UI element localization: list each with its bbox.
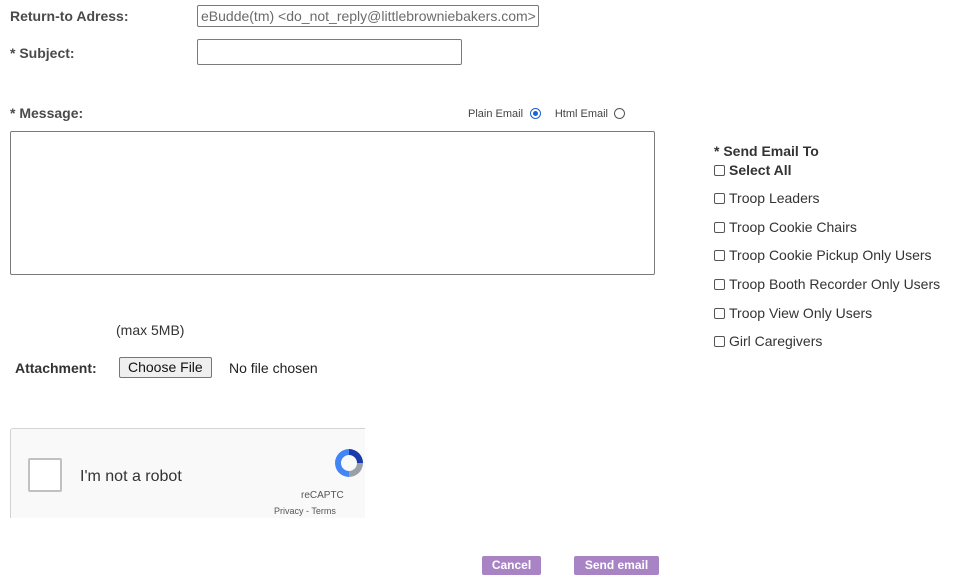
subject-label: * Subject: (10, 45, 75, 61)
option-label: Troop Cookie Chairs (729, 219, 857, 235)
send-email-button[interactable]: Send email (574, 556, 659, 575)
select-all-checkbox[interactable] (714, 165, 725, 176)
option-label: Troop View Only Users (729, 305, 873, 321)
checkbox[interactable] (714, 336, 725, 347)
send-to-option[interactable]: Troop Leaders (714, 190, 820, 206)
checkbox[interactable] (714, 250, 725, 261)
checkbox[interactable] (714, 222, 725, 233)
send-to-option[interactable]: Troop View Only Users (714, 305, 872, 321)
select-all-row[interactable]: Select All (714, 162, 792, 178)
select-all-label: Select All (729, 162, 792, 178)
no-file-text: No file chosen (229, 360, 318, 376)
checkbox[interactable] (714, 308, 725, 319)
choose-file-button[interactable]: Choose File (119, 357, 212, 378)
checkbox[interactable] (714, 279, 725, 290)
send-to-option[interactable]: Troop Booth Recorder Only Users (714, 276, 940, 292)
max-size-note: (max 5MB) (116, 322, 185, 338)
return-address-field[interactable]: eBudde(tm) <do_not_reply@littlebrownieba… (197, 5, 539, 27)
send-to-heading: * Send Email To (714, 143, 819, 159)
option-label: Troop Cookie Pickup Only Users (729, 247, 932, 263)
checkbox[interactable] (714, 193, 725, 204)
send-to-option[interactable]: Troop Cookie Chairs (714, 219, 857, 235)
attachment-label: Attachment: (15, 360, 97, 376)
message-label: * Message: (10, 105, 84, 121)
option-label: Troop Leaders (729, 190, 820, 206)
email-format-group: Plain Email Html Email (468, 104, 625, 120)
option-label: Troop Booth Recorder Only Users (729, 276, 941, 292)
recaptcha-logo-icon (329, 443, 369, 483)
recaptcha-checkbox[interactable] (28, 458, 62, 492)
return-address-label: Return-to Adress: (10, 8, 129, 24)
message-textarea[interactable] (10, 131, 655, 275)
send-to-option[interactable]: Troop Cookie Pickup Only Users (714, 247, 932, 263)
recaptcha-brand: reCAPTC (301, 490, 344, 501)
recaptcha-widget: I'm not a robot reCAPTC Privacy - Terms (10, 428, 365, 518)
html-email-label: Html Email (554, 108, 608, 120)
cancel-button[interactable]: Cancel (482, 556, 541, 575)
plain-email-radio[interactable] (529, 107, 541, 119)
send-to-option[interactable]: Girl Caregivers (714, 333, 822, 349)
subject-input[interactable] (197, 39, 462, 65)
html-email-radio[interactable] (613, 107, 625, 119)
plain-email-label: Plain Email (468, 108, 524, 120)
recaptcha-links[interactable]: Privacy - Terms (274, 506, 336, 516)
option-label: Girl Caregivers (729, 333, 823, 349)
recaptcha-label: I'm not a robot (80, 468, 182, 485)
